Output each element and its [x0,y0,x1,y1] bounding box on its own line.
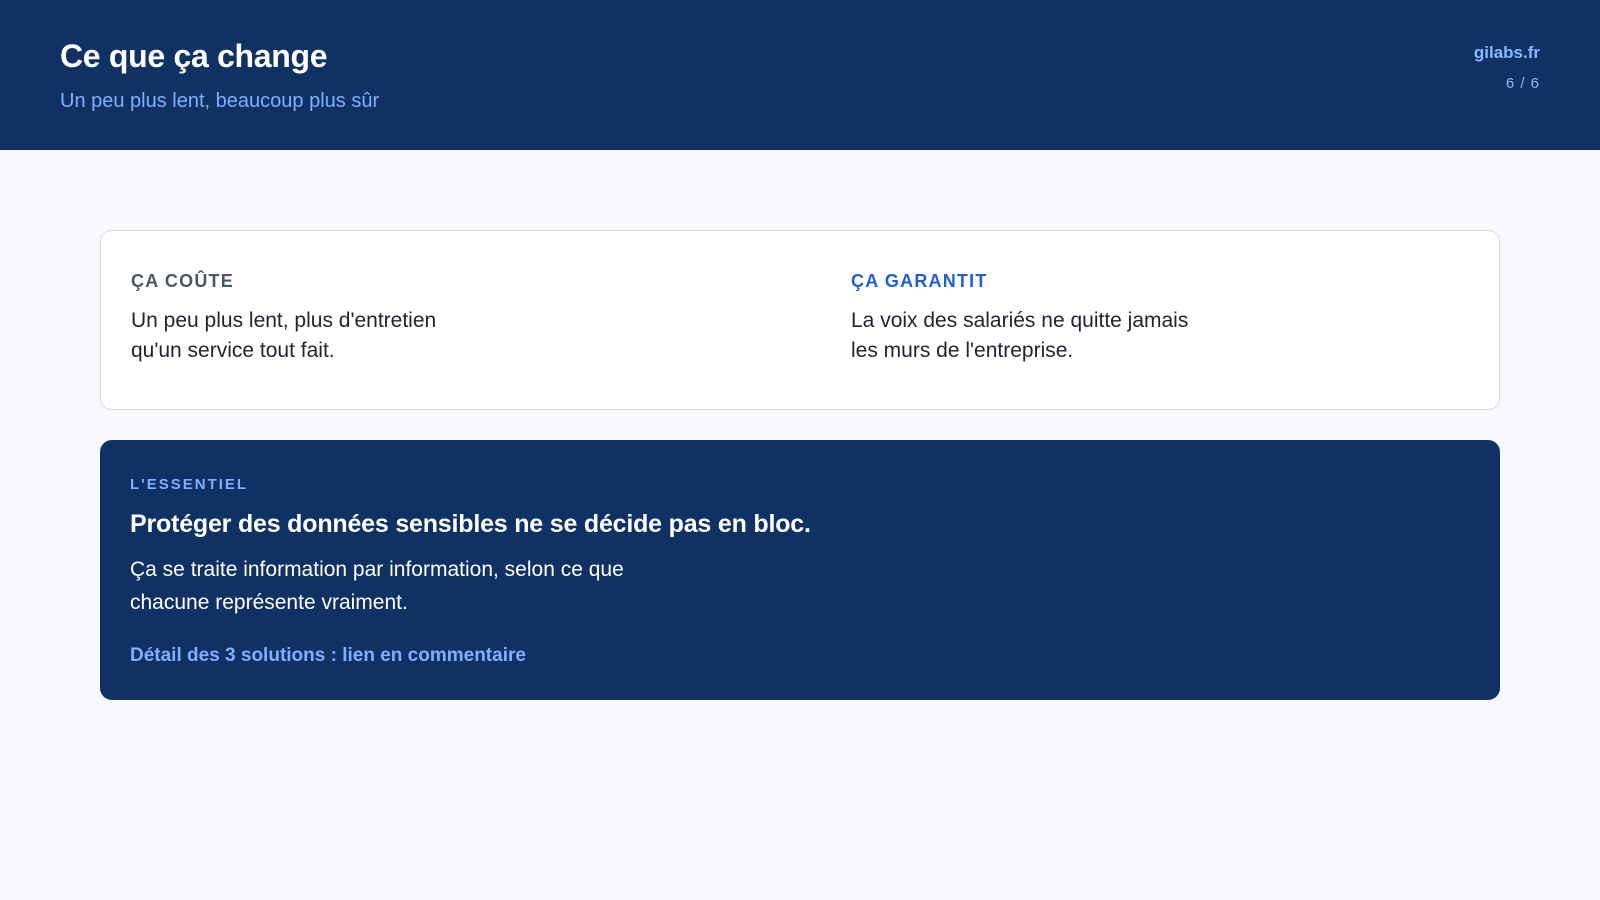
brand-link[interactable]: gilabs.fr [1474,43,1540,63]
page-subtitle: Un peu plus lent, beaucoup plus sûr [60,90,380,112]
cost-label: ÇA COÛTE [131,271,234,291]
essential-card: L'ESSENTIEL Protéger des données sensibl… [100,440,1500,700]
guarantee-text: La voix des salariés ne quitte jamais le… [851,309,1189,362]
guarantee-column: ÇA GARANTIT La voix des salariés ne quit… [851,271,1451,366]
slide-header: Ce que ça change Un peu plus lent, beauc… [0,0,1600,150]
page-counter: 6 / 6 [1505,75,1540,92]
essential-body: Ça se traite information par information… [130,558,624,614]
page-title: Ce que ça change [60,38,328,74]
cost-text: Un peu plus lent, plus d'entretien qu'un… [131,309,437,362]
guarantee-label: ÇA GARANTIT [851,271,988,291]
essential-headline: Protéger des données sensibles ne se déc… [130,510,811,538]
cost-column: ÇA COÛTE Un peu plus lent, plus d'entret… [131,271,731,366]
essential-label: L'ESSENTIEL [130,476,249,493]
comparison-card: ÇA COÛTE Un peu plus lent, plus d'entret… [100,230,1500,410]
solutions-link[interactable]: Détail des 3 solutions : lien en comment… [130,645,526,667]
